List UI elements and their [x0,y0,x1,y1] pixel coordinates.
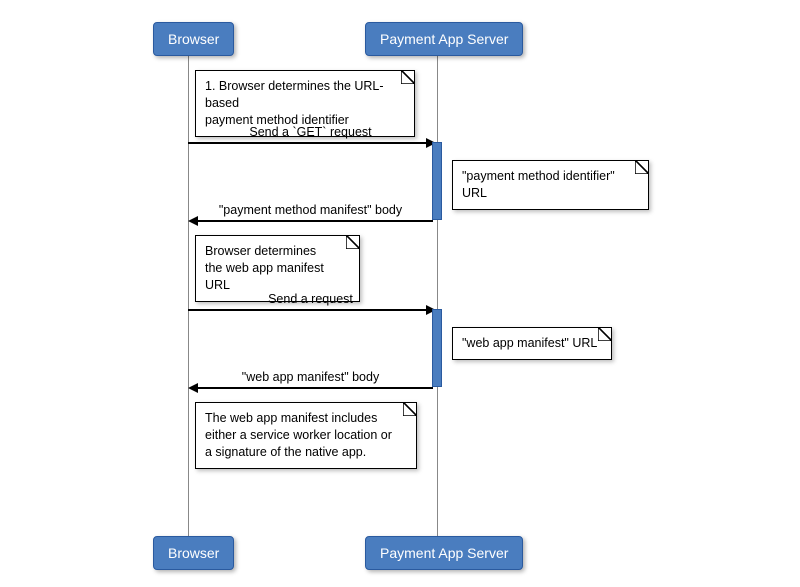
note-line: either a service worker location or [205,427,407,444]
arrow-left-icon [188,216,198,226]
note-wam-url: "web app manifest" URL [452,327,612,360]
participant-browser-top: Browser [153,22,234,56]
message-send-request-line [188,309,428,311]
message-wam-body-label: "web app manifest" body [188,370,433,384]
participant-server-top: Payment App Server [365,22,523,56]
message-get-request-label: Send a `GET` request [188,125,433,139]
message-pmm-body-label: "payment method manifest" body [188,203,433,217]
participant-label: Browser [168,31,219,47]
participant-server-bottom: Payment App Server [365,536,523,570]
arrow-left-icon [188,383,198,393]
message-wam-body-line [198,387,433,389]
activation-server-1 [432,142,442,220]
participant-label: Browser [168,545,219,561]
note-line: The web app manifest includes [205,410,407,427]
note-line: Browser determines [205,243,350,260]
message-send-request-label: Send a request [188,292,433,306]
activation-server-2 [432,309,442,387]
participant-label: Payment App Server [380,31,508,47]
note-wam-contents: The web app manifest includes either a s… [195,402,417,469]
participant-label: Payment App Server [380,545,508,561]
note-line: "web app manifest" URL [462,336,597,350]
note-line: a signature of the native app. [205,444,407,461]
message-get-request-line [188,142,428,144]
lifeline-server [437,56,438,536]
note-line: the web app manifest URL [205,260,350,294]
note-pmi-url: "payment method identifier" URL [452,160,649,210]
participant-browser-bottom: Browser [153,536,234,570]
message-pmm-body-line [198,220,433,222]
note-line: "payment method identifier" URL [462,169,615,200]
note-line: 1. Browser determines the URL-based [205,78,405,112]
